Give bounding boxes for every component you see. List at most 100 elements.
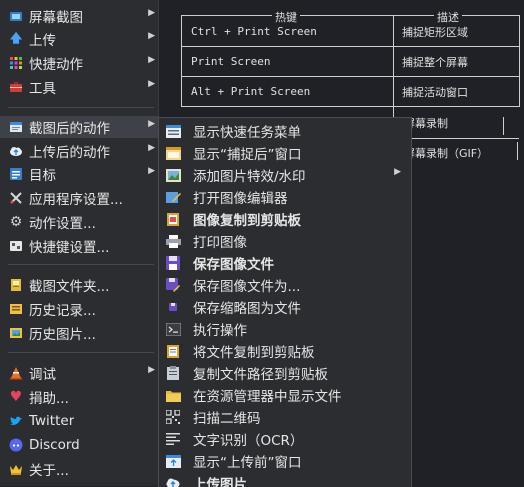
description-cell: 捕捉整个屏幕 bbox=[402, 54, 468, 70]
terminal-icon bbox=[165, 321, 181, 337]
clipboard-icon bbox=[165, 365, 181, 381]
row-divider bbox=[181, 106, 519, 107]
menu-item-tools[interactable]: 工具 ▶ bbox=[0, 76, 158, 98]
quick-actions-icon bbox=[8, 55, 24, 71]
menu-item-app-settings[interactable]: 应用程序设置... bbox=[0, 187, 158, 209]
copy-file-icon bbox=[165, 343, 181, 359]
copy-image-icon bbox=[165, 211, 181, 227]
toolbox-icon bbox=[8, 79, 24, 95]
submenu-item-show-in-explorer[interactable]: 在资源管理器中显示文件 bbox=[159, 384, 411, 406]
menu-item-about[interactable]: 关于... bbox=[0, 458, 158, 480]
thumbnail-icon bbox=[165, 299, 181, 315]
row-divider bbox=[503, 117, 504, 135]
hotkey-column-header: 热键 bbox=[272, 9, 300, 25]
chevron-right-icon: ▶ bbox=[148, 79, 155, 89]
discord-icon bbox=[8, 437, 24, 453]
chevron-right-icon: ▶ bbox=[148, 143, 155, 153]
menu-item-donate[interactable]: ♥ 捐助... bbox=[0, 386, 158, 408]
table-right-border bbox=[519, 15, 520, 107]
submenu-item-save-image-as[interactable]: 保存图像文件为... bbox=[159, 274, 411, 296]
description-cell: 捕捉矩形区域 bbox=[402, 24, 468, 40]
menu-item-discord[interactable]: Discord bbox=[0, 434, 158, 456]
menu-item-image-history[interactable]: 历史图片... bbox=[0, 322, 158, 344]
chevron-right-icon: ▶ bbox=[148, 119, 155, 129]
menu-separator bbox=[8, 264, 154, 265]
menu-item-screenshot[interactable]: 屏幕截图 ▶ bbox=[0, 5, 158, 27]
twitter-icon bbox=[8, 413, 24, 429]
submenu-item-show-after-capture-window[interactable]: 显示“捕捉后”窗口 bbox=[159, 142, 411, 164]
chevron-right-icon: ▶ bbox=[394, 167, 401, 177]
submenu-item-save-thumbnail[interactable]: 保存缩略图为文件 bbox=[159, 296, 411, 318]
menu-item-after-capture[interactable]: 截图后的动作 ▶ bbox=[0, 116, 158, 138]
after-capture-icon bbox=[8, 119, 24, 135]
submenu-item-show-before-upload-window[interactable]: 显示“上传前”窗口 bbox=[159, 450, 411, 472]
table-top-border bbox=[181, 15, 519, 16]
menu-item-quick-actions[interactable]: 快捷动作 ▶ bbox=[0, 52, 158, 74]
hotkey-cell[interactable]: Print Screen bbox=[191, 55, 270, 68]
effects-icon bbox=[165, 167, 181, 183]
menu-item-twitter[interactable]: Twitter bbox=[0, 410, 158, 432]
chevron-right-icon: ▶ bbox=[148, 31, 155, 41]
menu-item-destination[interactable]: 目标 ▶ bbox=[0, 163, 158, 185]
row-divider bbox=[181, 46, 519, 47]
tray-menu: 屏幕截图 ▶ 🡅 上传 ▶ 快捷动作 ▶ 工具 ▶ 截图后的动作 ▶ bbox=[0, 0, 159, 486]
description-cell: 屏幕录制（GIF） bbox=[404, 145, 488, 161]
cone-icon bbox=[8, 365, 24, 381]
after-capture-submenu: 显示快速任务菜单 显示“捕捉后”窗口 添加图片特效/水印 ▶ 打开图像编辑器 图… bbox=[158, 117, 412, 487]
submenu-item-show-quick-task-menu[interactable]: 显示快速任务菜单 bbox=[159, 120, 411, 142]
history-icon bbox=[8, 301, 24, 317]
menu-item-screenshots-folder[interactable]: 截图文件夹... bbox=[0, 274, 158, 296]
submenu-item-scan-qr-code[interactable]: 扫描二维码 bbox=[159, 406, 411, 428]
image-editor-icon bbox=[165, 189, 181, 205]
menu-item-hotkey-settings[interactable]: 快捷键设置... bbox=[0, 235, 158, 257]
submenu-item-print-image[interactable]: 打印图像 bbox=[159, 230, 411, 252]
submenu-item-ocr[interactable]: 文字识别（OCR） bbox=[159, 428, 411, 450]
folder-icon bbox=[8, 277, 24, 293]
chevron-right-icon: ▶ bbox=[148, 8, 155, 18]
menu-item-debug[interactable]: 调试 ▶ bbox=[0, 362, 158, 384]
menu-separator bbox=[8, 352, 154, 353]
menu-item-after-upload[interactable]: 上传后的动作 ▶ bbox=[0, 140, 158, 162]
submenu-item-perform-actions[interactable]: 执行操作 bbox=[159, 318, 411, 340]
description-cell: 捕捉活动窗口 bbox=[402, 84, 468, 100]
description-column-header: 描述 bbox=[434, 9, 462, 25]
ocr-icon bbox=[165, 431, 181, 447]
row-divider bbox=[181, 76, 519, 77]
upload-arrow-icon: 🡅 bbox=[8, 31, 24, 47]
submenu-item-copy-image-to-clipboard[interactable]: 图像复制到剪贴板 bbox=[159, 208, 411, 230]
image-history-icon bbox=[8, 325, 24, 341]
qr-code-icon bbox=[165, 409, 181, 425]
menu-separator bbox=[8, 107, 154, 108]
crown-icon bbox=[8, 461, 24, 477]
submenu-item-open-image-editor[interactable]: 打开图像编辑器 bbox=[159, 186, 411, 208]
chevron-right-icon: ▶ bbox=[148, 55, 155, 65]
submenu-item-save-image-file[interactable]: 保存图像文件 bbox=[159, 252, 411, 274]
menu-item-upload[interactable]: 🡅 上传 ▶ bbox=[0, 28, 158, 50]
screenshot-icon bbox=[8, 8, 24, 24]
destination-icon bbox=[8, 166, 24, 182]
menu-item-task-settings[interactable]: ⚙ 动作设置... bbox=[0, 211, 158, 233]
printer-icon bbox=[165, 233, 181, 249]
submenu-item-copy-file-path[interactable]: 复制文件路径到剪贴板 bbox=[159, 362, 411, 384]
upload-image-icon bbox=[165, 475, 181, 487]
submenu-item-upload-image[interactable]: 上传图片 bbox=[159, 472, 411, 487]
chevron-right-icon: ▶ bbox=[148, 365, 155, 375]
heart-icon: ♥ bbox=[8, 389, 24, 405]
chevron-right-icon: ▶ bbox=[148, 166, 155, 176]
hotkey-cell[interactable]: Alt + Print Screen bbox=[191, 85, 310, 98]
row-divider bbox=[517, 142, 518, 160]
menu-item-history[interactable]: 历史记录... bbox=[0, 298, 158, 320]
task-menu-icon bbox=[165, 123, 181, 139]
hotkey-cell[interactable]: Ctrl + Print Screen bbox=[191, 25, 317, 38]
submenu-item-copy-file-to-clipboard[interactable]: 将文件复制到剪贴板 bbox=[159, 340, 411, 362]
before-upload-window-icon bbox=[165, 453, 181, 469]
table-left-border bbox=[181, 15, 182, 107]
keyboard-icon bbox=[8, 238, 24, 254]
save-as-icon bbox=[165, 277, 181, 293]
explorer-folder-icon bbox=[165, 387, 181, 403]
gear-icon: ⚙ bbox=[8, 214, 24, 230]
save-icon bbox=[165, 255, 181, 271]
cloud-icon bbox=[8, 143, 24, 159]
wrench-icon bbox=[8, 190, 24, 206]
submenu-item-add-image-effects[interactable]: 添加图片特效/水印 ▶ bbox=[159, 164, 411, 186]
